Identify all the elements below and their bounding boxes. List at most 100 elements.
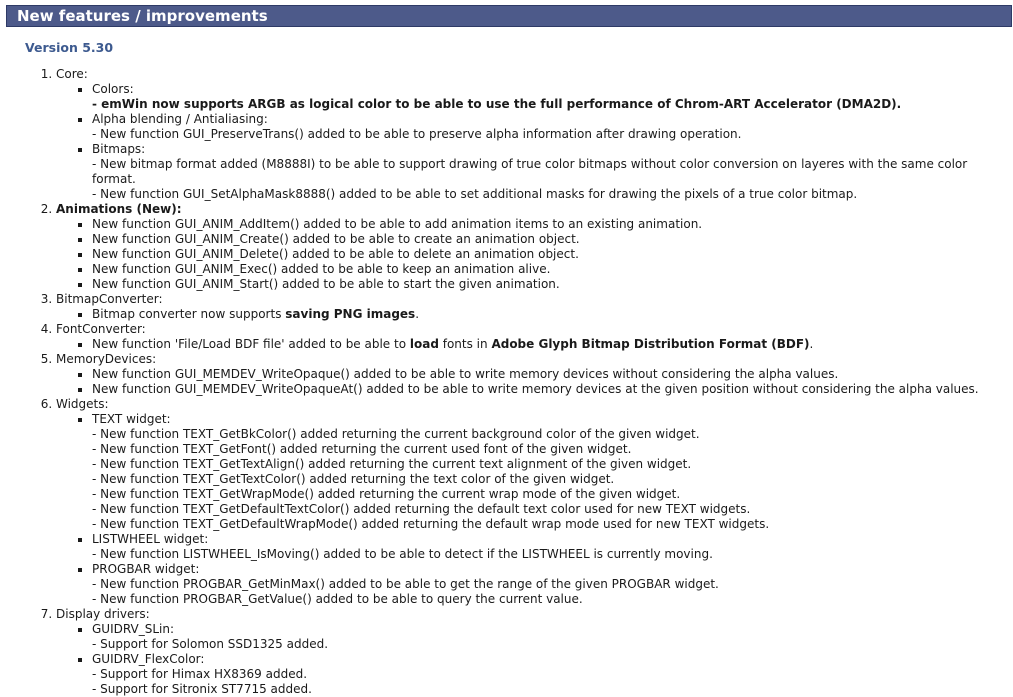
- item-label: New function GUI_MEMDEV_WriteOpaqueAt() …: [92, 382, 979, 396]
- list-item: LISTWHEEL widget:- New function LISTWHEE…: [92, 532, 1013, 562]
- item-label: Colors:: [92, 82, 134, 96]
- list-item: Bitmaps:- New bitmap format added (M8888…: [92, 142, 1013, 202]
- version-heading: Version 5.30: [25, 40, 114, 55]
- item-label: New function GUI_ANIM_AddItem() added to…: [92, 217, 703, 231]
- section-header: New features / improvements: [6, 5, 1012, 27]
- detail-line: - New bitmap format added (M8888I) to be…: [92, 157, 1013, 187]
- text-run: - New function PROGBAR_GetMinMax() added…: [92, 577, 719, 591]
- text-run: - Support for Himax HX8369 added.: [92, 667, 308, 681]
- detail-line: - New function TEXT_GetDefaultWrapMode()…: [92, 517, 1013, 532]
- section-header-title: New features / improvements: [17, 7, 268, 25]
- item-label: New function GUI_ANIM_Start() added to b…: [92, 277, 560, 291]
- detail-line: - New function TEXT_GetDefaultTextColor(…: [92, 502, 1013, 517]
- text-run: - New bitmap format added (M8888I) to be…: [92, 157, 968, 186]
- section-items: Colors:- emWin now supports ARGB as logi…: [56, 82, 1013, 202]
- list-item: GUIDRV_SLin:- Support for Solomon SSD132…: [92, 622, 1013, 652]
- section-items: New function GUI_MEMDEV_WriteOpaque() ad…: [56, 367, 1013, 397]
- text-run: - New function LISTWHEEL_IsMoving() adde…: [92, 547, 713, 561]
- list-item: New function GUI_MEMDEV_WriteOpaque() ad…: [92, 367, 1013, 382]
- detail-line: - Support for Himax HX8369 added.: [92, 667, 1013, 682]
- text-run: - emWin now supports ARGB as logical col…: [92, 97, 902, 111]
- text-run: - New function TEXT_GetWrapMode() added …: [92, 487, 681, 501]
- detail-line: - Support for Solomon SSD1325 added.: [92, 637, 1013, 652]
- text-run: New function 'File/Load BDF file' added …: [92, 337, 410, 351]
- item-label: GUIDRV_FlexColor:: [92, 652, 205, 666]
- detail-line: - Support for Sitronix ST7715 added.: [92, 682, 1013, 697]
- text-run: - Support for Solomon SSD1325 added.: [92, 637, 329, 651]
- list-item: Bitmap converter now supports saving PNG…: [92, 307, 1013, 322]
- list-item: New function GUI_ANIM_Delete() added to …: [92, 247, 1013, 262]
- section-items: Bitmap converter now supports saving PNG…: [56, 307, 1013, 322]
- changelog-section: Display drivers:GUIDRV_SLin:- Support fo…: [56, 607, 1013, 697]
- section-label: FontConverter:: [56, 322, 146, 336]
- list-item: GUIDRV_FlexColor:- Support for Himax HX8…: [92, 652, 1013, 697]
- section-items: New function 'File/Load BDF file' added …: [56, 337, 1013, 352]
- item-label: New function GUI_ANIM_Exec() added to be…: [92, 262, 551, 276]
- text-run: saving PNG images: [285, 307, 416, 321]
- item-label: LISTWHEEL widget:: [92, 532, 209, 546]
- text-run: load: [409, 337, 439, 351]
- changelog-list: Core: Colors:- emWin now supports ARGB as…: [0, 67, 1013, 697]
- text-run: Bitmap converter now supports: [92, 307, 286, 321]
- text-run: fonts in: [438, 337, 492, 351]
- item-label: Bitmaps:: [92, 142, 146, 156]
- item-label: GUIDRV_SLin:: [92, 622, 175, 636]
- list-item: Colors:- emWin now supports ARGB as logi…: [92, 82, 1013, 112]
- section-label: MemoryDevices:: [56, 352, 157, 366]
- changelog-section: Core: Colors:- emWin now supports ARGB as…: [56, 67, 1013, 202]
- list-item: New function GUI_ANIM_Start() added to b…: [92, 277, 1013, 292]
- text-run: - New function PROGBAR_GetValue() added …: [92, 592, 583, 606]
- text-run: - New function GUI_PreserveTrans() added…: [92, 127, 742, 141]
- section-label: Core:: [56, 67, 88, 81]
- section-label: Display drivers:: [56, 607, 150, 621]
- list-item: New function GUI_ANIM_Exec() added to be…: [92, 262, 1013, 277]
- text-run: - New function TEXT_GetDefaultTextColor(…: [92, 502, 751, 516]
- item-label: New function GUI_MEMDEV_WriteOpaque() ad…: [92, 367, 839, 381]
- detail-line: - New function GUI_SetAlphaMask8888() ad…: [92, 187, 1013, 202]
- detail-line: - New function LISTWHEEL_IsMoving() adde…: [92, 547, 1013, 562]
- detail-line: - New function GUI_PreserveTrans() added…: [92, 127, 1013, 142]
- list-item: Alpha blending / Antialiasing:- New func…: [92, 112, 1013, 142]
- text-run: - New function TEXT_GetBkColor() added r…: [92, 427, 700, 441]
- list-item: New function GUI_MEMDEV_WriteOpaqueAt() …: [92, 382, 1013, 397]
- text-run: - New function TEXT_GetTextColor() added…: [92, 472, 615, 486]
- changelog-section: Animations (New):New function GUI_ANIM_A…: [56, 202, 1013, 292]
- text-run: - New function TEXT_GetTextAlign() added…: [92, 457, 692, 471]
- text-run: - New function TEXT_GetDefaultWrapMode()…: [92, 517, 770, 531]
- item-label: TEXT widget:: [92, 412, 171, 426]
- section-label: Widgets:: [56, 397, 109, 411]
- detail-line: - New function PROGBAR_GetValue() added …: [92, 592, 1013, 607]
- text-run: .: [415, 307, 420, 321]
- list-item: New function GUI_ANIM_AddItem() added to…: [92, 217, 1013, 232]
- detail-line: - New function TEXT_GetTextColor() added…: [92, 472, 1013, 487]
- item-label: Alpha blending / Antialiasing:: [92, 112, 268, 126]
- section-label: BitmapConverter:: [56, 292, 163, 306]
- detail-line: - New function TEXT_GetTextAlign() added…: [92, 457, 1013, 472]
- text-run: - New function TEXT_GetFont() added retu…: [92, 442, 632, 456]
- list-item: New function 'File/Load BDF file' added …: [92, 337, 1013, 352]
- changelog-section: BitmapConverter:Bitmap converter now sup…: [56, 292, 1013, 322]
- detail-line: - emWin now supports ARGB as logical col…: [92, 97, 1013, 112]
- list-item: TEXT widget:- New function TEXT_GetBkCol…: [92, 412, 1013, 532]
- changelog-section: Widgets:TEXT widget:- New function TEXT_…: [56, 397, 1013, 607]
- changelog-section: MemoryDevices:New function GUI_MEMDEV_Wr…: [56, 352, 1013, 397]
- section-items: TEXT widget:- New function TEXT_GetBkCol…: [56, 412, 1013, 607]
- detail-line: - New function TEXT_GetBkColor() added r…: [92, 427, 1013, 442]
- detail-line: - New function TEXT_GetFont() added retu…: [92, 442, 1013, 457]
- changelog-section: FontConverter:New function 'File/Load BD…: [56, 322, 1013, 352]
- section-items: New function GUI_ANIM_AddItem() added to…: [56, 217, 1013, 292]
- list-item: PROGBAR widget:- New function PROGBAR_Ge…: [92, 562, 1013, 607]
- text-run: .: [809, 337, 814, 351]
- list-item: New function GUI_ANIM_Create() added to …: [92, 232, 1013, 247]
- detail-line: - New function TEXT_GetWrapMode() added …: [92, 487, 1013, 502]
- item-label: New function GUI_ANIM_Delete() added to …: [92, 247, 579, 261]
- changelog-content: Core: Colors:- emWin now supports ARGB as…: [0, 67, 1013, 697]
- item-label: New function GUI_ANIM_Create() added to …: [92, 232, 580, 246]
- text-run: - Support for Sitronix ST7715 added.: [92, 682, 312, 696]
- section-items: GUIDRV_SLin:- Support for Solomon SSD132…: [56, 622, 1013, 697]
- text-run: - New function GUI_SetAlphaMask8888() ad…: [92, 187, 858, 201]
- item-label: PROGBAR widget:: [92, 562, 200, 576]
- text-run: Adobe Glyph Bitmap Distribution Format (…: [491, 337, 810, 351]
- section-label: Animations (New):: [56, 202, 182, 216]
- detail-line: - New function PROGBAR_GetMinMax() added…: [92, 577, 1013, 592]
